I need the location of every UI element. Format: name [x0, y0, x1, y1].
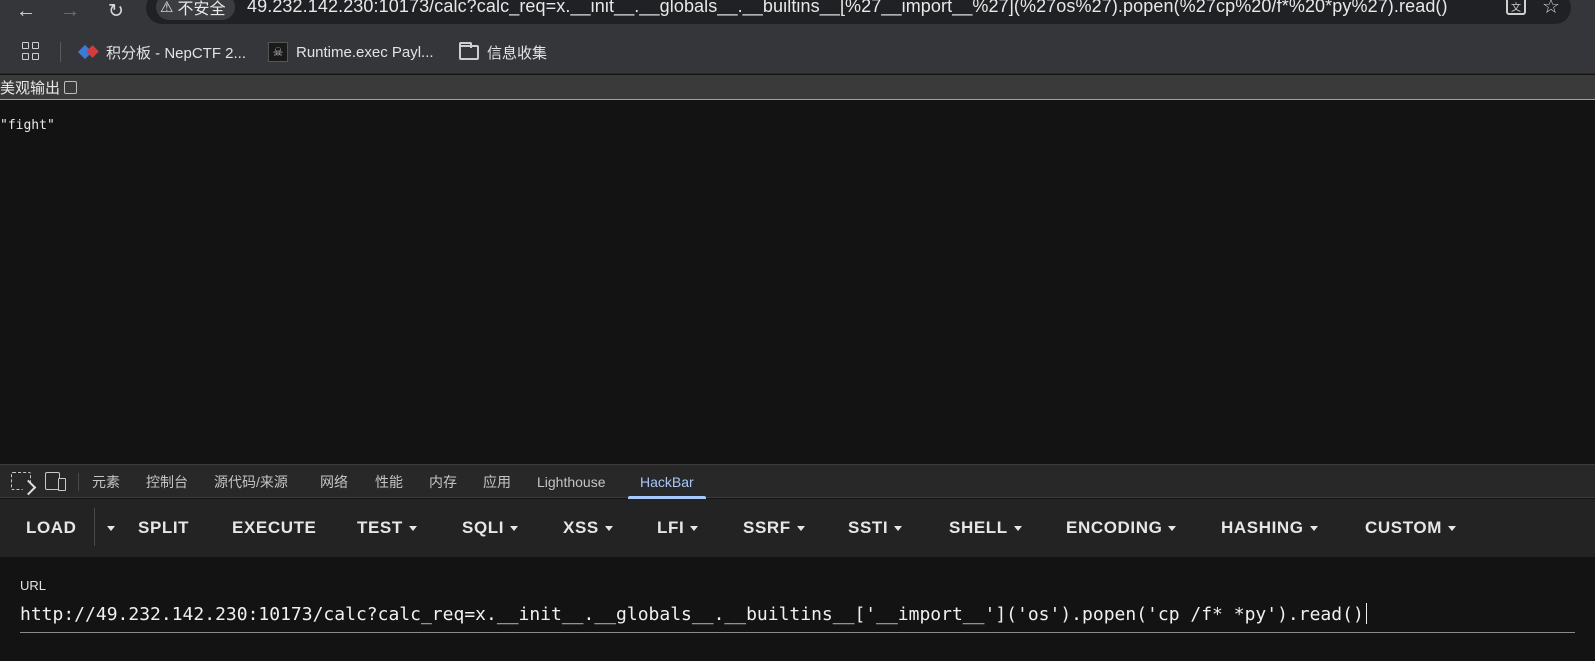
back-icon[interactable]: ←	[14, 0, 38, 22]
tab-lighthouse[interactable]: Lighthouse	[537, 465, 606, 498]
shell-menu-button[interactable]: SHELL	[949, 499, 1022, 557]
translate-icon[interactable]: 文	[1506, 0, 1526, 15]
folder-icon	[459, 41, 479, 60]
bookmarks-bar: 积分板 - NepCTF 2... ☠ Runtime.exec Payl...…	[0, 30, 1595, 74]
chevron-down-icon	[1447, 525, 1456, 531]
chevron-down-icon	[510, 525, 519, 531]
address-text[interactable]: 49.232.142.230:10173/calc?calc_req=x.__i…	[247, 0, 1448, 17]
tab-performance[interactable]: 性能	[375, 465, 403, 498]
bookmark-nepctf[interactable]: 积分板 - NepCTF 2...	[80, 30, 246, 74]
browser-toolbar: ← → ↻ ⚠ 不安全 49.232.142.230:10173/calc?ca…	[0, 0, 1595, 30]
tab-sources[interactable]: 源代码/来源	[214, 465, 288, 498]
reload-icon[interactable]: ↻	[104, 0, 128, 22]
pretty-print-label: 美观输出	[0, 79, 61, 97]
bookmark-folder-info[interactable]: 信息收集	[459, 30, 547, 74]
custom-menu-button[interactable]: CUSTOM	[1365, 499, 1456, 557]
sqli-menu-button[interactable]: SQLI	[462, 499, 519, 557]
chevron-down-icon	[1168, 525, 1177, 531]
button-label: ENCODING	[1066, 518, 1163, 537]
test-menu-button[interactable]: TEST	[357, 499, 417, 557]
button-label: LFI	[657, 518, 685, 537]
bookmark-label: Runtime.exec Payl...	[296, 43, 434, 61]
load-split-divider	[94, 508, 95, 546]
url-field-label: URL	[20, 578, 47, 593]
hashing-menu-button[interactable]: HASHING	[1221, 499, 1318, 557]
hackbar-url-panel: URL http://49.232.142.230:10173/calc?cal…	[0, 557, 1595, 661]
tab-memory[interactable]: 内存	[429, 465, 457, 498]
button-label: TEST	[357, 518, 403, 537]
button-label: CUSTOM	[1365, 518, 1442, 537]
chevron-down-icon	[1013, 525, 1022, 531]
bookmark-label: 积分板 - NepCTF 2...	[106, 44, 247, 62]
security-chip[interactable]: ⚠ 不安全	[156, 0, 236, 20]
chevron-down-icon	[1309, 525, 1318, 531]
tab-console[interactable]: 控制台	[146, 465, 188, 498]
xss-menu-button[interactable]: XSS	[563, 499, 613, 557]
tab-application[interactable]: 应用	[483, 465, 511, 498]
security-label: 不安全	[177, 1, 226, 18]
runtime-favicon: ☠	[268, 42, 288, 62]
device-toolbar-icon[interactable]	[45, 472, 66, 491]
chevron-down-icon	[107, 525, 115, 531]
chevron-down-icon	[690, 525, 699, 531]
forward-icon[interactable]: →	[58, 0, 82, 22]
ssrf-menu-button[interactable]: SSRF	[743, 499, 805, 557]
chevron-down-icon	[894, 525, 903, 531]
lfi-menu-button[interactable]: LFI	[657, 499, 699, 557]
hackbar-toolbar: LOAD SPLIT EXECUTE TEST SQLI XSS LFI SSR…	[0, 499, 1595, 557]
bookmark-label: 信息收集	[487, 44, 548, 62]
url-input[interactable]: http://49.232.142.230:10173/calc?calc_re…	[20, 601, 1575, 633]
button-label: SSRF	[743, 518, 791, 537]
button-label: EXECUTE	[232, 518, 317, 537]
chevron-down-icon	[796, 525, 805, 531]
chevron-down-icon	[604, 525, 613, 531]
button-label: XSS	[563, 518, 599, 537]
inspect-element-icon[interactable]	[11, 472, 31, 490]
page-viewport: "fight"	[0, 101, 1595, 463]
ssti-menu-button[interactable]: SSTI	[848, 499, 903, 557]
tab-hackbar[interactable]: HackBar	[628, 465, 706, 499]
button-label: SSTI	[848, 518, 889, 537]
pretty-print-checkbox[interactable]	[64, 80, 78, 94]
ctf-favicon	[80, 45, 98, 59]
button-label: HASHING	[1221, 518, 1304, 537]
split-button[interactable]: SPLIT	[138, 499, 189, 557]
devtools-divider	[78, 473, 79, 491]
button-label: SQLI	[462, 518, 505, 537]
button-label: SPLIT	[138, 518, 190, 537]
tab-elements[interactable]: 元素	[92, 465, 120, 498]
tab-network[interactable]: 网络	[320, 465, 348, 498]
button-label: LOAD	[26, 518, 77, 537]
load-dropdown-button[interactable]	[101, 499, 115, 557]
response-output: "fight"	[0, 118, 55, 133]
button-label: SHELL	[949, 518, 1008, 537]
text-cursor	[1365, 603, 1368, 624]
bookmarks-divider	[60, 42, 61, 62]
apps-icon[interactable]	[22, 42, 40, 60]
encoding-menu-button[interactable]: ENCODING	[1066, 499, 1177, 557]
load-button[interactable]: LOAD	[26, 499, 77, 557]
bookmark-runtime-exec[interactable]: ☠ Runtime.exec Payl...	[268, 30, 434, 74]
warning-icon: ⚠	[160, 0, 174, 16]
pretty-print-bar: 美观输出	[0, 75, 1595, 100]
devtools-tabbar: 元素 控制台 源代码/来源 网络 性能 内存 应用 Lighthouse Hac…	[0, 464, 1595, 499]
star-icon[interactable]: ☆	[1542, 0, 1560, 19]
execute-button[interactable]: EXECUTE	[232, 499, 317, 557]
chevron-down-icon	[408, 525, 417, 531]
url-input-value: http://49.232.142.230:10173/calc?calc_re…	[20, 604, 1364, 625]
